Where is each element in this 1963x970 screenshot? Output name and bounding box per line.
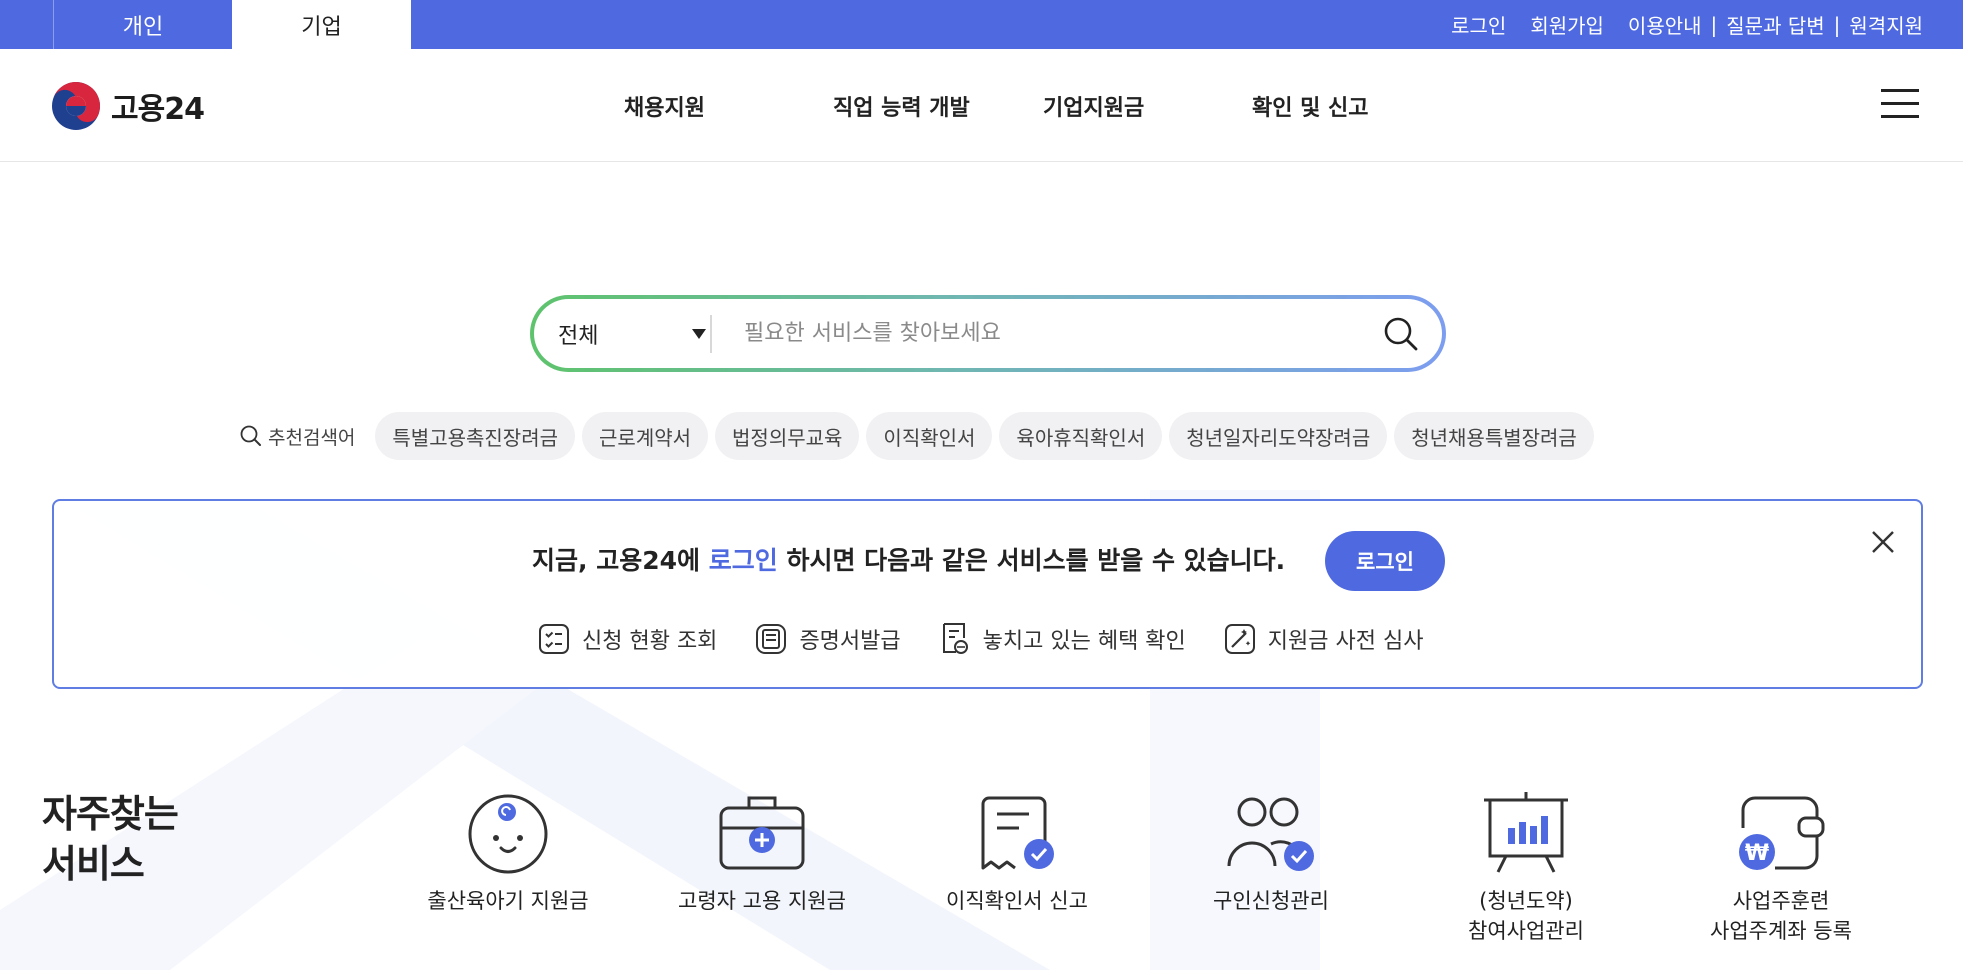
service-elderly-employment-subsidy[interactable]: 고령자 고용 지원금 bbox=[642, 790, 882, 916]
close-icon[interactable] bbox=[1870, 529, 1896, 555]
service-job-posting-management[interactable]: 구인신청관리 bbox=[1151, 790, 1391, 916]
recommended-keywords-label: 추천검색어 bbox=[240, 423, 355, 450]
utility-links: 로그인 회원가입 이용안내 | 질문과 답변 | 원격지원 bbox=[1451, 0, 1923, 49]
wallet-won-icon: ₩ bbox=[1739, 796, 1825, 870]
baby-icon bbox=[468, 794, 548, 874]
keyword-chip[interactable]: 근로계약서 bbox=[582, 412, 709, 460]
qna-link[interactable]: 질문과 답변 bbox=[1726, 10, 1824, 39]
banner-title: 지금, 고용24에 로그인 하시면 다음과 같은 서비스를 받을 수 있습니다. bbox=[532, 546, 1286, 575]
recommended-keywords: 추천검색어 특별고용촉진장려금 근로계약서 법정의무교육 이직확인서 육아휴직확… bbox=[240, 412, 1601, 460]
keyword-chip[interactable]: 특별고용촉진장려금 bbox=[375, 412, 576, 460]
separator: | bbox=[1710, 12, 1718, 37]
certificate-issue-link[interactable]: 증명서발급 bbox=[755, 623, 901, 655]
search-category-select[interactable]: 전체 bbox=[558, 299, 708, 368]
logo-text: 고용24 bbox=[111, 92, 205, 127]
banner-login-button[interactable]: 로그인 bbox=[1325, 531, 1445, 591]
divider bbox=[710, 315, 712, 353]
caret-down-icon bbox=[692, 329, 706, 339]
taegeuk-emblem-icon bbox=[52, 82, 100, 130]
missed-benefits-link[interactable]: 놓치고 있는 혜택 확인 bbox=[939, 622, 1186, 656]
service-label: 고령자 고용 지원금 bbox=[678, 889, 846, 913]
subsidy-pre-review-link[interactable]: 지원금 사전 심사 bbox=[1224, 623, 1423, 655]
keyword-chip[interactable]: 이직확인서 bbox=[866, 412, 993, 460]
site-header: 고용24 채용지원 직업 능력 개발 기업지원금 확인 및 신고 bbox=[0, 49, 1963, 162]
service-label: 이직확인서 신고 bbox=[946, 889, 1088, 913]
presentation-chart-icon bbox=[1484, 792, 1568, 873]
service-label: 출산육아기 지원금 bbox=[427, 889, 589, 913]
login-promo-banner: 지금, 고용24에 로그인 하시면 다음과 같은 서비스를 받을 수 있습니다.… bbox=[52, 499, 1923, 689]
nav-job-skills-development[interactable]: 직업 능력 개발 bbox=[833, 49, 970, 162]
banner-login-highlight: 로그인 bbox=[708, 546, 778, 575]
keyword-chip[interactable]: 청년일자리도약장려금 bbox=[1169, 412, 1388, 460]
login-link[interactable]: 로그인 bbox=[1451, 10, 1506, 39]
checklist-icon bbox=[539, 624, 569, 654]
service-employer-account-registration[interactable]: ₩ 사업주훈련 사업주계좌 등록 bbox=[1661, 790, 1901, 946]
top-utility-bar: 개인 기업 로그인 회원가입 이용안내 | 질문과 답변 | 원격지원 bbox=[0, 0, 1963, 49]
guide-link[interactable]: 이용안내 bbox=[1628, 10, 1702, 39]
search-input[interactable] bbox=[744, 299, 1364, 368]
tab-personal[interactable]: 개인 bbox=[53, 0, 232, 49]
search-box: 전체 bbox=[530, 295, 1446, 372]
service-resignation-report[interactable]: 이직확인서 신고 bbox=[897, 790, 1137, 916]
people-check-icon bbox=[1227, 797, 1314, 871]
pre-review-icon bbox=[1224, 624, 1255, 654]
service-label: 사업주훈련 사업주계좌 등록 bbox=[1710, 889, 1852, 943]
tab-corporate[interactable]: 기업 bbox=[232, 0, 411, 49]
svg-text:₩: ₩ bbox=[1745, 841, 1769, 866]
briefcase-plus-icon bbox=[719, 796, 805, 870]
search-icon bbox=[240, 425, 261, 446]
remote-support-link[interactable]: 원격지원 bbox=[1849, 10, 1923, 39]
nav-confirmation-report[interactable]: 확인 및 신고 bbox=[1252, 49, 1369, 162]
service-youth-participation-management[interactable]: (청년도약) 참여사업관리 bbox=[1406, 790, 1646, 946]
service-label: 구인신청관리 bbox=[1213, 889, 1329, 913]
frequent-services-title: 자주찾는 서비스 bbox=[42, 792, 179, 886]
keyword-chip[interactable]: 육아휴직확인서 bbox=[999, 412, 1163, 460]
service-childbirth-subsidy[interactable]: 출산육아기 지원금 bbox=[388, 790, 628, 916]
signup-link[interactable]: 회원가입 bbox=[1530, 10, 1604, 39]
service-label: (청년도약) 참여사업관리 bbox=[1468, 889, 1584, 943]
nav-corporate-subsidy[interactable]: 기업지원금 bbox=[1043, 49, 1144, 162]
search-category-value: 전체 bbox=[558, 323, 599, 349]
banner-service-links: 신청 현황 조회 증명서발급 놓치고 있는 혜택 확인 지원금 사전 심사 bbox=[538, 621, 1461, 657]
search-icon[interactable] bbox=[1383, 316, 1419, 352]
keyword-chip[interactable]: 청년채용특별장려금 bbox=[1394, 412, 1594, 460]
site-logo[interactable]: 고용24 bbox=[51, 81, 205, 131]
keyword-chip[interactable]: 법정의무교육 bbox=[715, 412, 860, 460]
application-status-link[interactable]: 신청 현황 조회 bbox=[538, 623, 717, 655]
certificate-icon bbox=[756, 624, 787, 654]
benefit-search-icon bbox=[942, 623, 968, 654]
nav-recruitment-support[interactable]: 채용지원 bbox=[624, 49, 705, 162]
separator: | bbox=[1833, 12, 1841, 37]
hamburger-menu-icon[interactable] bbox=[1881, 89, 1919, 123]
document-check-icon bbox=[981, 796, 1054, 870]
